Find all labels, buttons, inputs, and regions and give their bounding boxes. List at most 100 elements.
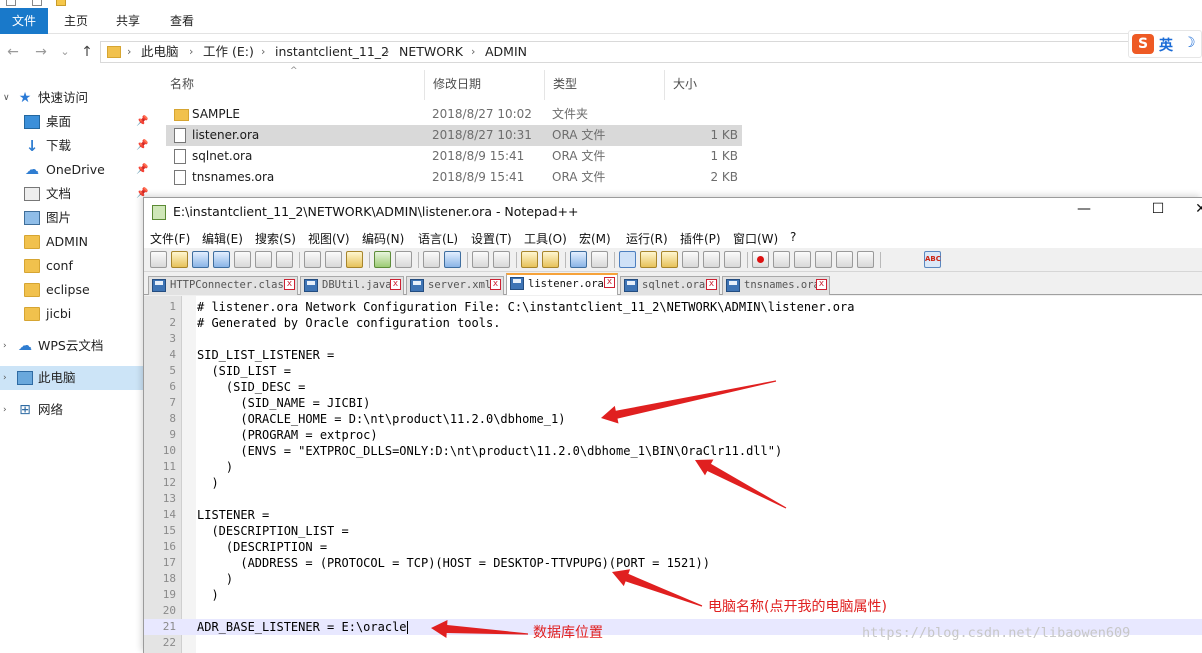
column-header-size[interactable]: 大小 [664,70,744,100]
tab-sqlnet-ora[interactable]: sqlnet.ora x [620,276,720,295]
column-header-name[interactable]: 名称 [162,70,424,100]
new-file-icon[interactable] [150,251,167,268]
back-button[interactable]: ← [4,42,22,62]
menu-tools[interactable]: 工具(O) [524,230,567,247]
close-all-icon[interactable] [255,251,272,268]
save-all-icon[interactable] [213,251,230,268]
code-line[interactable]: 17 (ADDRESS = (PROTOCOL = TCP)(HOST = DE… [144,555,1202,571]
function-list-icon[interactable] [682,251,699,268]
breadcrumb-separator[interactable]: › [189,44,193,60]
code-line[interactable]: 14 LISTENER = [144,507,1202,523]
close-file-icon[interactable] [234,251,251,268]
sidebar-item-pictures[interactable]: 图片 [0,206,150,230]
sidebar-item-this-pc[interactable]: › 此电脑 [0,366,150,390]
copy-icon[interactable] [325,251,342,268]
sync-horizontal-icon[interactable] [542,251,559,268]
moon-icon[interactable]: ☽ [1183,35,1196,51]
code-line[interactable]: 4 SID_LIST_LISTENER = [144,347,1202,363]
menu-plugins[interactable]: 插件(P) [680,230,721,247]
sidebar-item-documents[interactable]: 文档 📌 [0,182,150,206]
up-button[interactable]: ↑ [78,42,96,62]
code-line[interactable]: 20 [144,603,1202,619]
code-line[interactable]: 13 [144,491,1202,507]
file-row-sample[interactable]: SAMPLE 2018/8/27 10:02 文件夹 [166,104,742,125]
expand-chevron-icon[interactable]: › [3,366,7,390]
tab-close-icon[interactable]: x [604,277,615,288]
record-macro-icon[interactable] [752,251,769,268]
word-wrap-icon[interactable] [570,251,587,268]
ime-indicator[interactable]: S 英 ☽ [1128,30,1202,58]
menu-edit[interactable]: 编辑(E) [202,230,243,247]
open-file-icon[interactable] [171,251,188,268]
file-row-tnsnames[interactable]: tnsnames.ora 2018/8/9 15:41 ORA 文件 2 KB [166,167,742,188]
properties-icon[interactable] [32,0,42,6]
code-line[interactable]: 10 (ENVS = "EXTPROC_DLLS=ONLY:D:\nt\prod… [144,443,1202,459]
ribbon-tab-view[interactable]: 查看 [158,8,206,34]
macro-extra-icon[interactable] [857,251,874,268]
npp-title-bar[interactable]: E:\instantclient_11_2\NETWORK\ADMIN\list… [144,198,1202,228]
breadcrumb-separator[interactable]: › [127,44,131,60]
sync-vertical-icon[interactable] [521,251,538,268]
ribbon-tab-file[interactable]: 文件 [0,8,48,34]
user-language-icon[interactable] [640,251,657,268]
column-header-type[interactable]: 类型 [544,70,664,100]
code-line[interactable]: 2 # Generated by Oracle configuration too… [144,315,1202,331]
monitoring-icon[interactable] [724,251,741,268]
quick-access-icon[interactable] [6,0,16,6]
paste-icon[interactable] [346,251,363,268]
close-button[interactable]: ✕ [1191,201,1202,217]
redo-icon[interactable] [395,251,412,268]
menu-run[interactable]: 运行(R) [626,230,668,247]
breadcrumb-separator[interactable]: › [385,44,389,60]
run-macro-multiple-icon[interactable] [815,251,832,268]
tab-close-icon[interactable]: x [284,279,295,290]
tab-close-icon[interactable]: x [816,279,827,290]
show-all-chars-icon[interactable] [591,251,608,268]
menu-language[interactable]: 语言(L) [418,230,458,247]
ime-mode-label[interactable]: 英 [1159,35,1173,55]
sidebar-item-onedrive[interactable]: ☁ OneDrive 📌 [0,158,150,182]
breadcrumb-network[interactable]: NETWORK [399,44,463,60]
breadcrumb-separator[interactable]: › [471,44,475,60]
sidebar-item-admin[interactable]: ADMIN [0,230,150,254]
recent-locations-dropdown[interactable]: ⌄ [56,42,74,62]
find-icon[interactable] [423,251,440,268]
breadcrumb-instantclient[interactable]: instantclient_11_2 [275,44,389,60]
code-line[interactable]: 15 (DESCRIPTION_LIST = [144,523,1202,539]
sidebar-item-jicbi[interactable]: jicbi [0,302,150,326]
code-line[interactable]: 3 [144,331,1202,347]
code-line[interactable]: 1 # listener.ora Network Configuration Fi… [144,299,1202,315]
menu-window[interactable]: 窗口(W) [733,230,778,247]
expand-chevron-icon[interactable]: › [3,398,7,422]
forward-button[interactable]: → [32,42,50,62]
menu-file[interactable]: 文件(F) [150,230,190,247]
play-macro-icon[interactable] [794,251,811,268]
file-row-sqlnet[interactable]: sqlnet.ora 2018/8/9 15:41 ORA 文件 1 KB [166,146,742,167]
menu-search[interactable]: 搜索(S) [255,230,296,247]
undo-icon[interactable] [374,251,391,268]
tab-server-xml[interactable]: server.xml x [406,276,504,295]
sidebar-item-wps-cloud[interactable]: › ☁ WPS云文档 [0,334,150,358]
tab-httpconnecter-class[interactable]: HTTPConnecter.class x [148,276,298,295]
sidebar-item-quick-access[interactable]: ∨ ★ 快速访问 [0,86,150,110]
code-line[interactable]: 16 (DESCRIPTION = [144,539,1202,555]
maximize-button[interactable]: ☐ [1148,201,1168,217]
expand-chevron-icon[interactable]: › [3,334,7,358]
menu-settings[interactable]: 设置(T) [471,230,512,247]
code-line[interactable]: 5 (SID_LIST = [144,363,1202,379]
expand-chevron-icon[interactable]: ∨ [3,86,10,110]
menu-help[interactable]: ? [790,230,796,244]
code-line[interactable]: 12 ) [144,475,1202,491]
tab-close-icon[interactable]: x [390,279,401,290]
breadcrumb-this-pc[interactable]: 此电脑 [141,44,179,60]
code-line[interactable]: 7 (SID_NAME = JICBI) [144,395,1202,411]
zoom-out-icon[interactable] [493,251,510,268]
address-bar[interactable]: › 此电脑 › 工作 (E:) › instantclient_11_2 › N… [100,41,1202,63]
code-line[interactable]: 6 (SID_DESC = [144,379,1202,395]
tab-close-icon[interactable]: x [490,279,501,290]
zoom-in-icon[interactable] [472,251,489,268]
ribbon-tab-home[interactable]: 主页 [52,8,100,34]
ribbon-tab-share[interactable]: 共享 [104,8,152,34]
breadcrumb-separator[interactable]: › [261,44,265,60]
menu-macro[interactable]: 宏(M) [579,230,611,247]
